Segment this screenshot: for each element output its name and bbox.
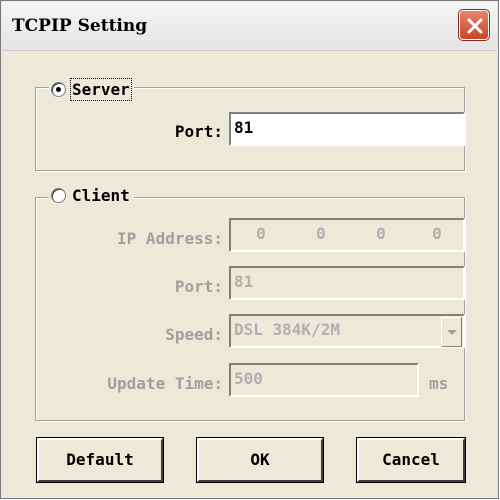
ok-button[interactable]: OK [196, 437, 324, 483]
server-port-label: Port: [174, 122, 223, 141]
update-time-unit: ms [429, 374, 449, 393]
client-radio-button[interactable] [51, 187, 66, 203]
server-radio[interactable]: Server [49, 77, 134, 101]
close-button[interactable] [458, 9, 490, 41]
speed-label: Speed: [165, 325, 223, 344]
server-radio-button[interactable] [51, 81, 66, 97]
chevron-down-icon [441, 317, 462, 347]
ip-address-input: 0 0 0 0 [229, 218, 465, 252]
server-label: Server [70, 77, 132, 101]
ip-octet-2: 0 [316, 224, 326, 243]
update-time-input: 500 [229, 363, 419, 397]
client-label: Client [72, 185, 130, 205]
ip-address-label: IP Address: [117, 229, 223, 248]
tcpip-setting-dialog: TCPIP Setting Server Port: 81 Client IP … [0, 0, 499, 499]
speed-select: DSL 384K/2M [229, 314, 465, 348]
speed-value: DSL 384K/2M [234, 320, 340, 339]
cancel-button[interactable]: Cancel [356, 437, 466, 483]
update-time-value: 500 [234, 369, 263, 388]
client-port-input: 81 [229, 266, 465, 300]
server-port-value: 81 [234, 118, 254, 137]
server-port-input[interactable]: 81 [229, 112, 465, 146]
default-button[interactable]: Default [36, 437, 164, 483]
ip-octet-3: 0 [376, 224, 386, 243]
ip-octet-1: 0 [256, 224, 266, 243]
ip-octet-4: 0 [432, 224, 442, 243]
window-title: TCPIP Setting [12, 16, 148, 36]
client-port-label: Port: [174, 277, 223, 296]
client-radio[interactable]: Client [49, 184, 134, 206]
close-icon [467, 18, 483, 34]
client-port-value: 81 [234, 272, 254, 291]
update-time-label: Update Time: [107, 374, 223, 393]
title-bar[interactable]: TCPIP Setting [2, 2, 497, 51]
